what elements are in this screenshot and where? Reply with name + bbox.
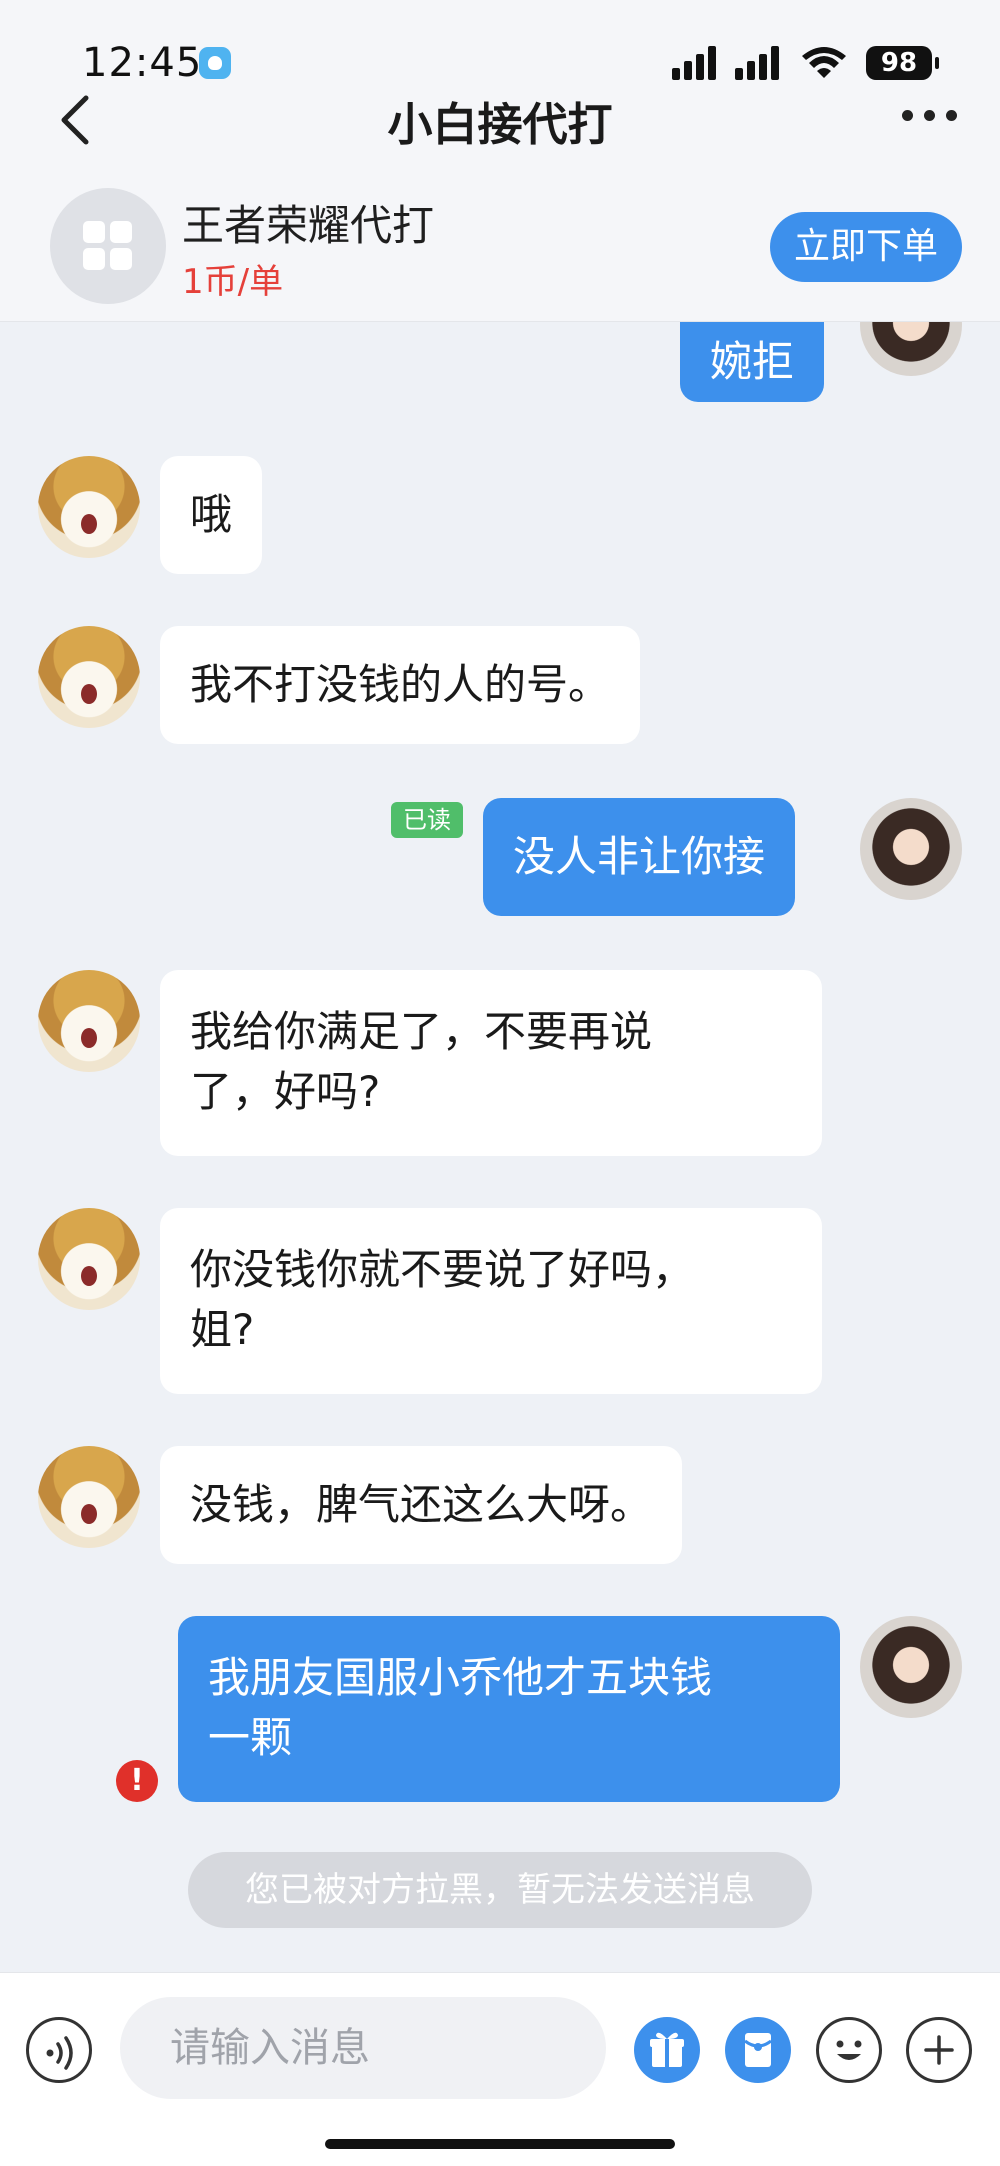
input-bar: 请输入消息: [0, 1972, 1000, 2166]
service-price: 1币/单: [182, 262, 284, 302]
contact-avatar[interactable]: [38, 970, 140, 1072]
navigation-bar: 小白接代打: [0, 80, 1000, 160]
voice-icon[interactable]: [26, 2017, 92, 2083]
service-name: 王者荣耀代打: [182, 201, 435, 250]
wifi-icon: [802, 47, 846, 78]
read-status-badge: 已读: [391, 802, 463, 838]
contact-avatar[interactable]: [38, 1208, 140, 1310]
chat-messages: 婉拒 哦 我不打没钱的人的号。 已读 没人非让你接 我给你满足了，不要再说 了，…: [0, 322, 1000, 1972]
place-order-button[interactable]: 立即下单: [770, 212, 962, 282]
message-bubble-incoming: 我不打没钱的人的号。: [160, 626, 641, 744]
message-bubble-outgoing: 我朋友国服小乔他才五块钱 一颗: [178, 1616, 840, 1802]
contact-avatar[interactable]: [38, 626, 140, 728]
emoji-icon[interactable]: [816, 2017, 882, 2083]
my-avatar: [860, 798, 962, 900]
send-failed-icon[interactable]: !: [116, 1760, 158, 1802]
contact-avatar[interactable]: [38, 456, 140, 558]
message-bubble-incoming: 哦: [160, 456, 263, 574]
contact-avatar[interactable]: [38, 1446, 140, 1548]
message-bubble-incoming: 没钱，脾气还这么大呀。: [160, 1446, 683, 1564]
my-avatar: [860, 322, 962, 376]
page-title: 小白接代打: [387, 98, 613, 151]
battery-indicator: 98: [866, 46, 939, 80]
app-notification-icon: [199, 47, 231, 79]
blocked-notice: 您已被对方拉黑，暂无法发送消息: [188, 1852, 812, 1928]
service-avatar: [50, 188, 166, 304]
cellular-signal-2-icon: [735, 46, 779, 80]
message-bubble-incoming: 你没钱你就不要说了好吗， 姐?: [160, 1208, 822, 1394]
message-bubble-incoming: 我给你满足了，不要再说 了，好吗?: [160, 970, 822, 1156]
message-bubble-outgoing: 婉拒: [680, 322, 825, 402]
top-header: 12:45 98 小白接代打 王者荣耀代打 1币/单 立即下单: [0, 0, 1000, 322]
red-packet-icon[interactable]: [725, 2017, 791, 2083]
plus-icon[interactable]: [906, 2017, 972, 2083]
message-input[interactable]: 请输入消息: [120, 1997, 606, 2099]
gift-icon[interactable]: [634, 2017, 700, 2083]
cellular-signal-icon: [672, 46, 716, 80]
my-avatar: [860, 1616, 962, 1718]
more-icon[interactable]: [902, 110, 958, 124]
home-indicator: [325, 2139, 675, 2149]
message-bubble-outgoing: 没人非让你接: [483, 798, 796, 916]
service-card: 王者荣耀代打 1币/单 立即下单: [0, 180, 1000, 322]
